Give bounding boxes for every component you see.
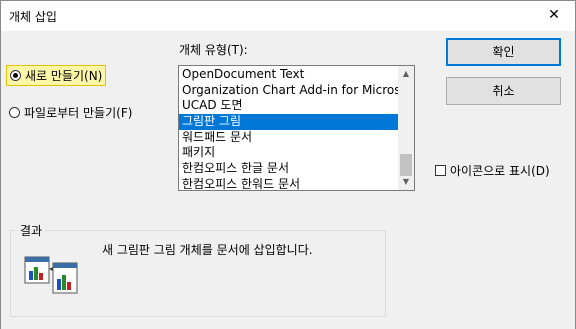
title-bar: 개체 삽입 ✕ (1, 1, 575, 31)
object-type-list[interactable]: OpenDocument Text Organization Chart Add-… (178, 65, 415, 191)
scroll-thumb[interactable] (400, 154, 412, 176)
result-label: 결과 (17, 222, 46, 239)
list-item[interactable]: 한컴오피스 한글 문서 (179, 161, 398, 177)
radio-create-from-file[interactable]: 파일로부터 만들기(F) (9, 104, 132, 121)
list-item[interactable]: OpenDocument Text (179, 67, 398, 83)
list-item[interactable]: Organization Chart Add-in for Microsoft (179, 83, 398, 99)
object-type-label: 개체 유형(T): (179, 43, 248, 57)
insert-object-result-icon (24, 256, 78, 294)
list-scrollbar[interactable]: ▲ ▼ (398, 66, 414, 190)
radio-create-new-label: 새로 만들기(N) (25, 69, 103, 83)
list-item[interactable]: UCAD 도면 (179, 98, 398, 114)
ok-button[interactable]: 확인 (446, 38, 561, 66)
scroll-up-icon[interactable]: ▲ (398, 66, 414, 82)
object-type-items: OpenDocument Text Organization Chart Add-… (179, 67, 398, 190)
close-icon[interactable]: ✕ (543, 5, 565, 27)
cancel-button[interactable]: 취소 (446, 77, 561, 105)
radio-checked-icon (10, 70, 21, 81)
radio-unchecked-icon (9, 107, 20, 118)
display-as-icon-checkbox[interactable]: 아이콘으로 표시(D) (435, 162, 550, 179)
list-item[interactable]: 워드패드 문서 (179, 130, 398, 146)
scroll-down-icon[interactable]: ▼ (398, 174, 414, 190)
dialog-body: 새로 만들기(N) 파일로부터 만들기(F) 개체 유형(T): OpenDoc… (1, 31, 575, 329)
dialog-title: 개체 삽입 (9, 10, 57, 24)
list-item[interactable]: 그림판 그림 (179, 114, 398, 130)
insert-object-dialog: 개체 삽입 ✕ 새로 만들기(N) 파일로부터 만들기(F) 개체 유형(T):… (0, 0, 576, 329)
list-item[interactable]: 패키지 (179, 145, 398, 161)
result-description: 새 그림판 그림 개체를 문서에 삽입합니다. (102, 243, 313, 257)
radio-create-from-file-label: 파일로부터 만들기(F) (24, 106, 133, 120)
display-as-icon-label: 아이콘으로 표시(D) (450, 164, 550, 178)
radio-create-new[interactable]: 새로 만들기(N) (6, 65, 107, 86)
list-item[interactable]: 한컴오피스 한워드 문서 (179, 177, 398, 190)
checkbox-unchecked-icon (435, 165, 446, 176)
